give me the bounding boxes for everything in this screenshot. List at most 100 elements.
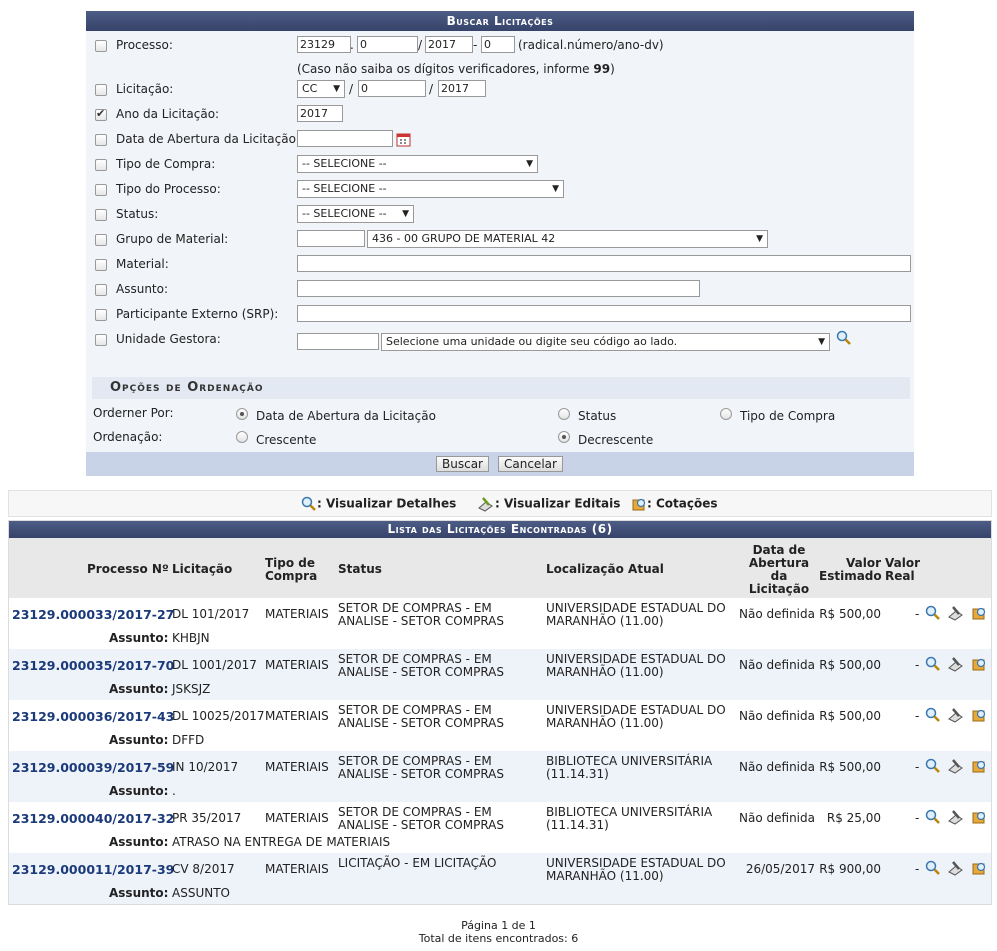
assunto-label: Assunto: [109, 631, 169, 645]
radio-ordenar-data[interactable] [236, 408, 248, 420]
search-icon[interactable] [836, 330, 852, 346]
grupo-material-code-input[interactable] [297, 230, 365, 247]
cotacoes-icon[interactable] [971, 707, 987, 723]
cotacoes-icon[interactable] [971, 809, 987, 825]
processo-checkbox[interactable] [95, 40, 107, 52]
view-details-icon[interactable] [925, 758, 941, 774]
view-editais-icon[interactable] [947, 656, 965, 672]
calendar-icon[interactable] [396, 132, 411, 147]
assunto-label: Assunto: [116, 282, 169, 296]
tipo-processo-checkbox[interactable] [95, 184, 107, 196]
data-cell: 26/05/2017 [745, 862, 815, 876]
radio-crescente[interactable] [236, 431, 248, 443]
processo-ano-input[interactable]: 2017 [425, 36, 473, 53]
tipo-compra-select[interactable]: -- SELECIONE -- ▼ [297, 155, 538, 173]
processo-dv-input[interactable]: 0 [481, 36, 515, 53]
licitacao-modalidade-select[interactable]: CC ▼ [297, 80, 345, 98]
data-cell: Não definida [739, 760, 815, 774]
tipo-processo-select[interactable]: -- SELECIONE -- ▼ [297, 180, 564, 198]
header-status: Status [338, 562, 382, 576]
grupo-material-checkbox[interactable] [95, 234, 107, 246]
localizacao-cell: UNIVERSIDADE ESTADUAL DO MARANHÃO (11.00… [546, 652, 726, 679]
view-editais-icon[interactable] [947, 860, 965, 876]
unidade-code-input[interactable] [297, 333, 379, 350]
processo-link[interactable]: 23129.000036/2017-43 [12, 710, 174, 723]
view-editais-icon[interactable] [947, 707, 965, 723]
tipo-cell: MATERIAIS [265, 709, 329, 723]
view-editais-icon[interactable] [947, 809, 965, 825]
processo-link[interactable]: 23129.000035/2017-70 [12, 659, 174, 672]
processo-numero-input[interactable]: 0 [357, 36, 418, 53]
radio-ordenar-status[interactable] [558, 408, 570, 420]
radio-decrescente[interactable] [558, 431, 570, 443]
row-tipo-processo: Tipo do Processo: -- SELECIONE -- ▼ [86, 180, 914, 202]
processo-link[interactable]: 23129.000033/2017-27 [12, 608, 174, 621]
localizacao-cell: BIBLIOTECA UNIVERSITÁRIA (11.14.31) [546, 754, 713, 781]
unidade-select[interactable]: Selecione uma unidade ou digite seu códi… [381, 333, 830, 351]
material-input[interactable] [297, 255, 911, 272]
list-header: Processo Nº Licitação Tipo de Compra Sta… [9, 538, 991, 598]
licitacao-numero-input[interactable]: 0 [358, 80, 426, 97]
status-select[interactable]: -- SELECIONE -- ▼ [297, 205, 414, 223]
cotacoes-icon[interactable] [971, 605, 987, 621]
search-form: Buscar Licitações Processo: 23129 . 0 / … [86, 11, 914, 476]
data-abertura-input[interactable] [297, 130, 393, 147]
status-cell: SETOR DE COMPRAS - EM ANALISE - SETOR CO… [338, 805, 504, 832]
cotacoes-icon[interactable] [971, 758, 987, 774]
licitacao-ano-input[interactable]: 2017 [438, 80, 486, 97]
participante-input[interactable] [297, 305, 911, 322]
table-row: 23129.000039/2017-59 IN 10/2017 MATERIAIS S… [9, 751, 991, 802]
assunto-checkbox[interactable] [95, 284, 107, 296]
licitacao-cell: DL 101/2017 [172, 607, 250, 621]
tipo-compra-checkbox[interactable] [95, 159, 107, 171]
assunto-input[interactable] [297, 280, 700, 297]
form-title: Buscar Licitações [86, 11, 914, 31]
status-checkbox[interactable] [95, 209, 107, 221]
table-row: 23129.000011/2017-39 CV 8/2017 MATERIAIS LI… [9, 853, 991, 904]
cotacoes-icon[interactable] [971, 860, 987, 876]
view-details-icon[interactable] [925, 656, 941, 672]
header-tipo: Tipo de Compra [265, 556, 318, 583]
view-details-icon[interactable] [925, 605, 941, 621]
assunto-label: Assunto: [109, 682, 169, 696]
ordem-option-decrescente: Decrescente [578, 433, 654, 447]
processo-link[interactable]: 23129.000011/2017-39 [12, 863, 174, 876]
legend-cotacoes-text: : Cotações [647, 496, 718, 511]
tipo-cell: MATERIAIS [265, 658, 329, 672]
ano-licitacao-input[interactable]: 2017 [297, 105, 343, 122]
grupo-material-select[interactable]: 436 - 00 GRUPO DE MATERIAL 42 ▼ [367, 230, 768, 248]
view-details-icon[interactable] [925, 860, 941, 876]
view-editais-icon[interactable] [947, 758, 965, 774]
material-checkbox[interactable] [95, 259, 107, 271]
localizacao-cell: BIBLIOTECA UNIVERSITÁRIA (11.14.31) [546, 805, 713, 832]
processo-radical-input[interactable]: 23129 [297, 36, 351, 53]
licitacao-cell: IN 10/2017 [172, 760, 239, 774]
header-licitacao: Licitação [172, 562, 233, 576]
list-title: Lista das Licitações Encontradas (6) [9, 521, 991, 538]
data-cell: Não definida [739, 709, 815, 723]
tipo-compra-label: Tipo de Compra: [116, 157, 216, 171]
unidade-checkbox[interactable] [95, 334, 107, 346]
cancelar-button[interactable]: Cancelar [498, 456, 563, 472]
row-material: Material: [86, 255, 914, 277]
note-post: ) [610, 62, 615, 76]
ano-licitacao-label: Ano da Licitação: [116, 107, 220, 121]
licitacao-cell: PR 35/2017 [172, 811, 242, 825]
processo-link[interactable]: 23129.000040/2017-32 [12, 812, 174, 825]
processo-link[interactable]: 23129.000039/2017-59 [12, 761, 174, 774]
radio-ordenar-tipo[interactable] [720, 408, 732, 420]
ano-licitacao-checkbox[interactable] [95, 107, 107, 121]
modalidade-value: CC [302, 82, 318, 95]
cotacoes-icon[interactable] [971, 656, 987, 672]
view-details-icon[interactable] [925, 809, 941, 825]
chevron-down-icon: ▼ [552, 184, 559, 194]
view-details-icon[interactable] [925, 707, 941, 723]
licitacao-checkbox[interactable] [95, 84, 107, 96]
view-editais-icon[interactable] [947, 605, 965, 621]
row-data-abertura: Data de Abertura da Licitação: [86, 130, 914, 152]
licitacao-label: Licitação: [116, 82, 174, 96]
data-abertura-checkbox[interactable] [95, 134, 107, 146]
estimado-cell: R$ 500,00 [819, 709, 881, 723]
participante-checkbox[interactable] [95, 309, 107, 321]
buscar-button[interactable]: Buscar [436, 456, 489, 472]
